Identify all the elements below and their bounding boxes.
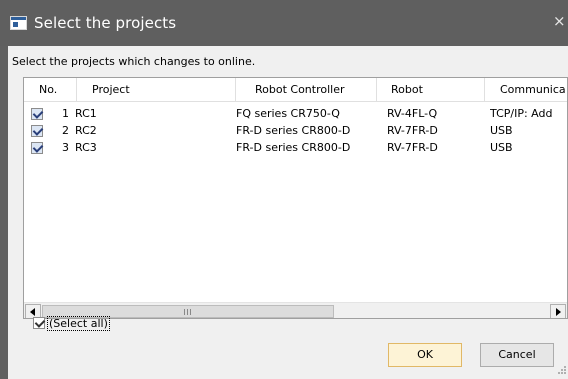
title-bar[interactable]: Select the projects × xyxy=(0,0,568,46)
dialog-window: Select the projects × Select the project… xyxy=(0,0,568,379)
column-header-no[interactable]: No. xyxy=(24,78,77,101)
ok-button[interactable]: OK xyxy=(388,343,462,367)
column-header-robot-controller[interactable]: Robot Controller xyxy=(236,78,377,101)
close-icon[interactable]: × xyxy=(553,12,566,30)
row-controller: FR-D series CR800-D xyxy=(236,141,351,154)
select-all-check-icon[interactable] xyxy=(33,317,45,329)
row-no: 3 xyxy=(62,141,69,154)
row-checkbox[interactable] xyxy=(31,108,43,120)
projects-list[interactable]: No. Project Robot Controller Robot Commu… xyxy=(23,77,568,319)
column-header-robot[interactable]: Robot xyxy=(377,78,485,101)
column-header-project[interactable]: Project xyxy=(77,78,236,101)
row-robot: RV-4FL-Q xyxy=(387,107,438,120)
row-robot: RV-7FR-D xyxy=(387,141,438,154)
row-communication: TCP/IP: Add xyxy=(490,107,553,120)
row-no: 1 xyxy=(62,107,69,120)
row-communication: USB xyxy=(490,124,513,137)
select-all-label[interactable]: (Select all) xyxy=(47,316,110,331)
arrow-right-icon xyxy=(556,308,561,316)
arrow-left-icon xyxy=(30,308,35,316)
grip-icon xyxy=(184,309,191,315)
column-header-communication[interactable]: Communica xyxy=(485,78,567,101)
cancel-button[interactable]: Cancel xyxy=(480,343,554,367)
row-communication: USB xyxy=(490,141,513,154)
row-project: RC1 xyxy=(75,107,97,120)
row-no: 2 xyxy=(62,124,69,137)
table-row[interactable]: 3 RC3 FR-D series CR800-D RV-7FR-D USB xyxy=(24,140,567,156)
dialog-title: Select the projects xyxy=(34,14,177,32)
row-project: RC3 xyxy=(75,141,97,154)
resize-grip-icon[interactable] xyxy=(556,364,566,374)
row-robot: RV-7FR-D xyxy=(387,124,438,137)
row-controller: FQ series CR750-Q xyxy=(236,107,340,120)
table-row[interactable]: 1 RC1 FQ series CR750-Q RV-4FL-Q TCP/IP:… xyxy=(24,106,567,122)
instruction-text: Select the projects which changes to onl… xyxy=(12,55,256,68)
scroll-right-button[interactable] xyxy=(550,304,566,318)
table-row[interactable]: 2 RC2 FR-D series CR800-D RV-7FR-D USB xyxy=(24,123,567,139)
row-checkbox[interactable] xyxy=(31,125,43,137)
row-controller: FR-D series CR800-D xyxy=(236,124,351,137)
list-header: No. Project Robot Controller Robot Commu… xyxy=(24,78,567,102)
dialog-client-area: Select the projects which changes to onl… xyxy=(8,46,568,379)
row-project: RC2 xyxy=(75,124,97,137)
row-checkbox[interactable] xyxy=(31,142,43,154)
app-window-icon xyxy=(10,16,27,30)
